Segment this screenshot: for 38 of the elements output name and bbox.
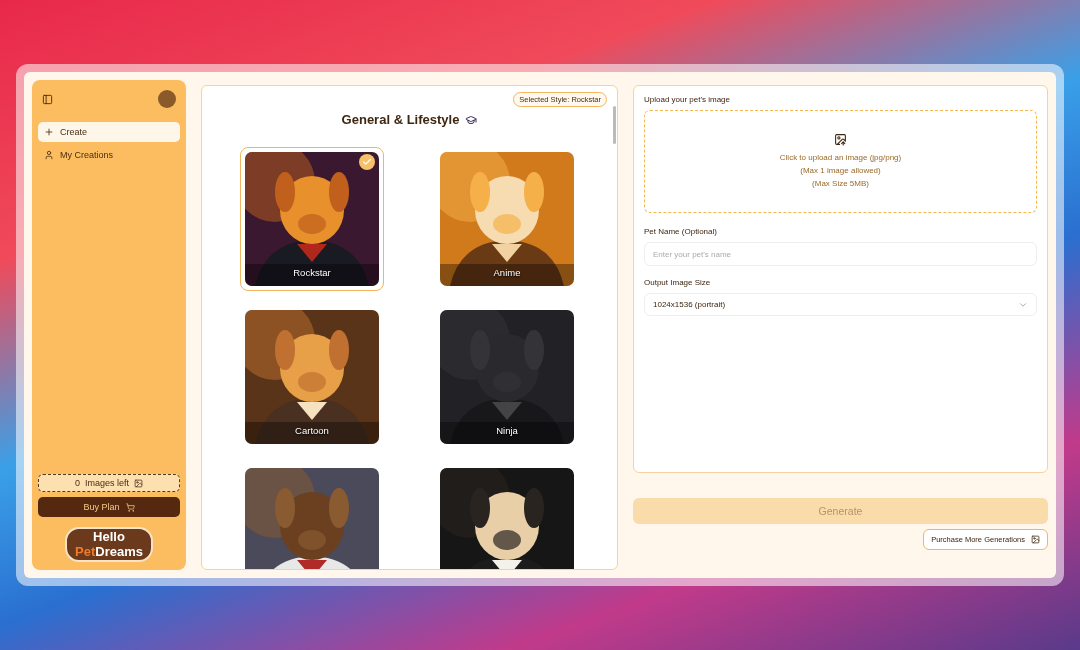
plus-icon: [44, 127, 54, 137]
cart-icon: [125, 502, 135, 512]
upload-hint: (Max 1 image allowed): [800, 165, 881, 177]
size-select[interactable]: 1024x1536 (portrait): [644, 293, 1037, 316]
style-card[interactable]: Cartoon: [240, 305, 384, 449]
style-label: Rockstar: [292, 267, 332, 278]
field-label: Output Image Size: [644, 278, 712, 287]
user-icon: [44, 150, 54, 160]
logo-text: Hello: [93, 530, 125, 543]
style-card[interactable]: Anime: [435, 147, 579, 291]
style-card[interactable]: Ninja: [435, 305, 579, 449]
image-upload-icon: [834, 133, 847, 146]
buy-plan-button[interactable]: Buy Plan: [38, 497, 180, 517]
field-label: Pet Name (Optional): [644, 227, 718, 236]
upload-dropzone[interactable]: Click to upload an image (jpg/png) (Max 1 image allowed) (Max Size 5MB): [644, 110, 1037, 213]
graduation-cap-icon: [465, 113, 478, 126]
pet-name-field[interactable]: Enter your pet's name: [644, 242, 1037, 266]
nav-item[interactable]: Create: [38, 122, 180, 142]
nav-label: My Creations: [60, 150, 113, 160]
style-label: Anime: [492, 267, 522, 278]
logo-text: Dreams: [95, 544, 143, 559]
sidebar-toggle-icon[interactable]: [42, 93, 53, 105]
credits-count: 0: [74, 478, 80, 488]
section-heading: General & Lifestyle: [341, 112, 460, 127]
nav-label: Create: [60, 127, 87, 137]
scrollbar[interactable]: [613, 106, 616, 144]
field-label: Upload your pet's image: [644, 95, 732, 104]
image-icon: [134, 478, 143, 488]
nav-item[interactable]: My Creations: [38, 145, 180, 165]
credits-label: Images left: [85, 478, 129, 488]
style-card[interactable]: Rockstar: [240, 147, 384, 291]
avatar[interactable]: [158, 90, 176, 108]
upload-hint: (Max Size 5MB): [812, 178, 869, 190]
image-icon: [1031, 535, 1040, 544]
logo-text: Pet: [75, 544, 96, 559]
style-label: Ninja: [495, 425, 519, 436]
upload-hint: Click to upload an image (jpg/png): [779, 152, 902, 164]
style-label: Cartoon: [294, 425, 330, 436]
